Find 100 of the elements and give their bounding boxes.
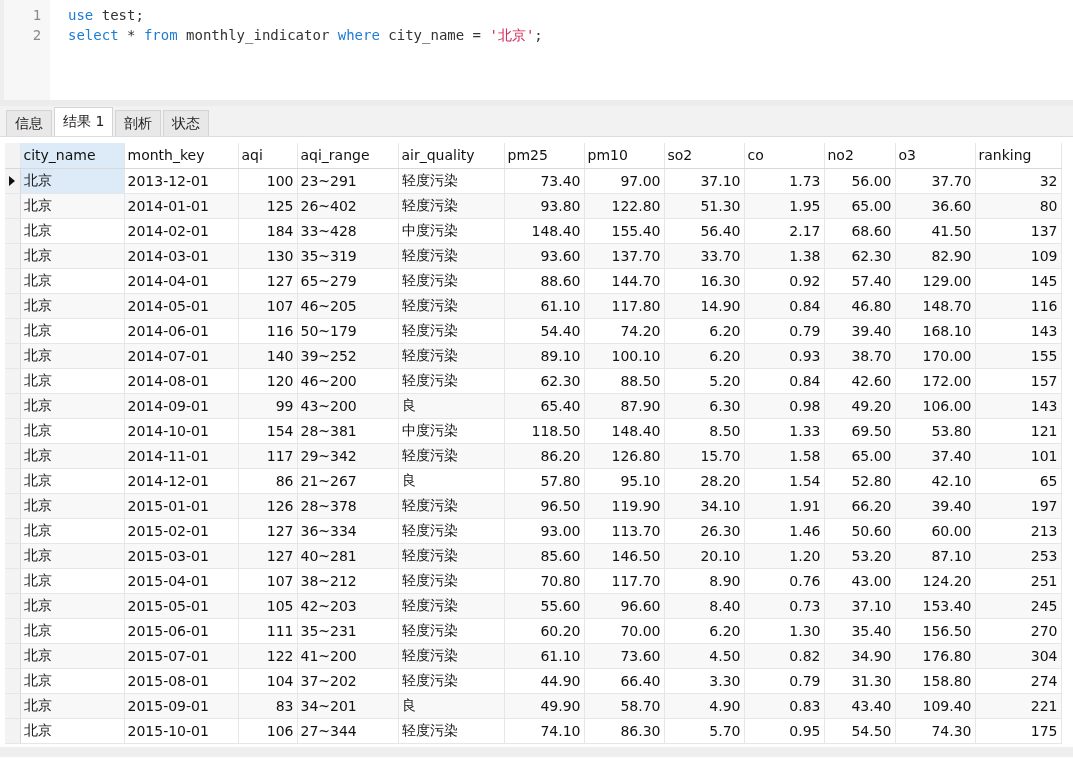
row-header[interactable] xyxy=(5,218,20,243)
table-cell: 1.95 xyxy=(744,193,824,218)
row-header[interactable] xyxy=(5,668,20,693)
table-cell: 54.40 xyxy=(504,318,584,343)
table-cell: 35~319 xyxy=(297,243,398,268)
table-cell: 56.00 xyxy=(824,168,895,193)
column-header[interactable]: pm10 xyxy=(584,143,664,168)
table-cell: 74.10 xyxy=(504,718,584,743)
table-cell: 15.70 xyxy=(664,443,744,468)
row-header[interactable] xyxy=(5,693,20,718)
table-cell: 53.80 xyxy=(895,418,975,443)
table-cell: 26.30 xyxy=(664,518,744,543)
table-cell: 1.46 xyxy=(744,518,824,543)
row-header[interactable] xyxy=(5,243,20,268)
row-header[interactable] xyxy=(5,718,20,743)
row-header[interactable] xyxy=(5,593,20,618)
table-cell: 175 xyxy=(975,718,1061,743)
table-cell: 2014-02-01 xyxy=(124,218,238,243)
table-cell: 8.90 xyxy=(664,568,744,593)
table-cell: 40~281 xyxy=(297,543,398,568)
row-header[interactable] xyxy=(5,318,20,343)
column-header[interactable]: co xyxy=(744,143,824,168)
result-tab[interactable]: 剖析 xyxy=(115,110,162,136)
table-cell: 274 xyxy=(975,668,1061,693)
table-cell: 137.70 xyxy=(584,243,664,268)
table-cell: 104 xyxy=(238,668,297,693)
table-cell: 2015-05-01 xyxy=(124,593,238,618)
table-cell: 27~344 xyxy=(297,718,398,743)
row-header[interactable] xyxy=(5,293,20,318)
table-cell: 42.60 xyxy=(824,368,895,393)
table-cell: 33~428 xyxy=(297,218,398,243)
table-cell: 37.10 xyxy=(664,168,744,193)
table-cell: 197 xyxy=(975,493,1061,518)
row-header[interactable] xyxy=(5,468,20,493)
table-cell: 184 xyxy=(238,218,297,243)
row-header[interactable] xyxy=(5,368,20,393)
row-header[interactable] xyxy=(5,618,20,643)
table-cell: 253 xyxy=(975,543,1061,568)
column-header[interactable]: so2 xyxy=(664,143,744,168)
column-header[interactable]: pm25 xyxy=(504,143,584,168)
table-cell: 88.60 xyxy=(504,268,584,293)
table-cell: 北京 xyxy=(20,268,124,293)
table-cell: 148.70 xyxy=(895,293,975,318)
result-tab[interactable]: 信息 xyxy=(6,110,52,136)
table-cell: 109 xyxy=(975,243,1061,268)
table-cell: 北京 xyxy=(20,718,124,743)
column-header[interactable]: month_key xyxy=(124,143,238,168)
table-cell: 北京 xyxy=(20,593,124,618)
table-cell: 0.83 xyxy=(744,693,824,718)
row-header[interactable] xyxy=(5,268,20,293)
row-header[interactable] xyxy=(5,343,20,368)
result-tab[interactable]: 结果 1 xyxy=(54,107,114,136)
row-header[interactable] xyxy=(5,418,20,443)
table-cell: 4.90 xyxy=(664,693,744,718)
table-cell: 北京 xyxy=(20,568,124,593)
table-cell: 93.00 xyxy=(504,518,584,543)
table-cell: 155.40 xyxy=(584,218,664,243)
table-cell: 2014-03-01 xyxy=(124,243,238,268)
column-header[interactable]: aqi xyxy=(238,143,297,168)
table-cell: 46~205 xyxy=(297,293,398,318)
table-cell: 176.80 xyxy=(895,643,975,668)
table-cell: 北京 xyxy=(20,493,124,518)
table-cell: 2014-10-01 xyxy=(124,418,238,443)
column-header[interactable]: aqi_range xyxy=(297,143,398,168)
column-header[interactable]: air_quality xyxy=(398,143,504,168)
column-header[interactable]: no2 xyxy=(824,143,895,168)
row-header[interactable] xyxy=(5,543,20,568)
row-header[interactable] xyxy=(5,643,20,668)
table-cell: 北京 xyxy=(20,418,124,443)
table-cell: 95.10 xyxy=(584,468,664,493)
code-line: select * from monthly_indicator where city_name = '北京'; xyxy=(68,26,543,45)
table-cell: 73.60 xyxy=(584,643,664,668)
table-cell: 36.60 xyxy=(895,193,975,218)
table-cell: 113.70 xyxy=(584,518,664,543)
table-cell: 轻度污染 xyxy=(398,593,504,618)
row-header[interactable] xyxy=(5,568,20,593)
table-cell: 1.30 xyxy=(744,618,824,643)
row-header[interactable] xyxy=(5,493,20,518)
row-header[interactable] xyxy=(5,518,20,543)
table-cell: 158.80 xyxy=(895,668,975,693)
table-cell: 北京 xyxy=(20,193,124,218)
row-indicator[interactable] xyxy=(5,168,20,193)
table-cell: 55.60 xyxy=(504,593,584,618)
table-cell: 129.00 xyxy=(895,268,975,293)
result-tab[interactable]: 状态 xyxy=(163,110,210,136)
table-cell: 80 xyxy=(975,193,1061,218)
column-header[interactable]: ranking xyxy=(975,143,1061,168)
table-cell: 28~378 xyxy=(297,493,398,518)
table-cell: 52.80 xyxy=(824,468,895,493)
table-cell: 170.00 xyxy=(895,343,975,368)
table-cell: 58.70 xyxy=(584,693,664,718)
table-cell: 0.79 xyxy=(744,668,824,693)
row-header[interactable] xyxy=(5,393,20,418)
table-cell: 148.40 xyxy=(504,218,584,243)
table-cell: 172.00 xyxy=(895,368,975,393)
row-header[interactable] xyxy=(5,443,20,468)
table-cell: 20.10 xyxy=(664,543,744,568)
table-cell: 良 xyxy=(398,468,504,493)
column-header[interactable]: city_name xyxy=(20,143,124,168)
column-header[interactable]: o3 xyxy=(895,143,975,168)
